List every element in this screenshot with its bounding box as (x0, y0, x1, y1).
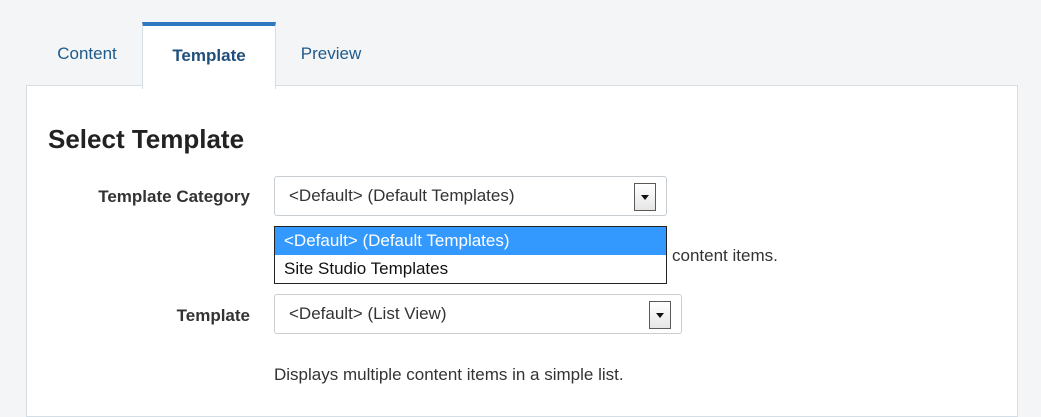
chevron-down-icon[interactable] (649, 301, 671, 329)
template-value: <Default> (List View) (289, 304, 447, 323)
dropdown-option-site-studio[interactable]: Site Studio Templates (275, 255, 666, 283)
tab-template[interactable]: Template (142, 22, 276, 89)
template-select[interactable]: <Default> (List View) (274, 294, 682, 334)
template-description: Displays multiple content items in a sim… (274, 365, 624, 384)
template-category-select[interactable]: <Default> (Default Templates) (274, 176, 667, 216)
dropdown-option-default[interactable]: <Default> (Default Templates) (275, 227, 666, 255)
tab-content[interactable]: Content (32, 22, 142, 84)
page-title: Select Template (48, 124, 245, 154)
template-category-dropdown: <Default> (Default Templates) Site Studi… (274, 226, 667, 284)
template-category-value: <Default> (Default Templates) (289, 186, 515, 205)
template-category-label: Template Category (98, 187, 250, 206)
chevron-down-icon[interactable] (634, 183, 656, 211)
tab-preview[interactable]: Preview (276, 22, 386, 84)
template-category-helper: content items. (672, 246, 778, 265)
template-label: Template (176, 306, 250, 325)
